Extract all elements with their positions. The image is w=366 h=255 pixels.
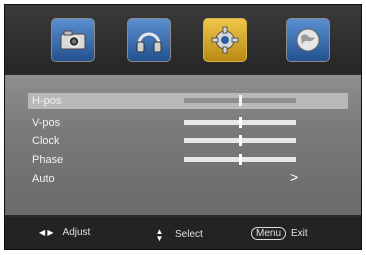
- select-hint: ▲▼ Select: [155, 227, 203, 241]
- menu-row-label: H-pos: [32, 95, 62, 107]
- menu-row-label: Clock: [32, 135, 60, 147]
- adjust-label: Adjust: [62, 227, 91, 238]
- menu-row-v-pos[interactable]: V-pos: [28, 115, 348, 131]
- menu-row-label: Phase: [32, 154, 64, 166]
- menu-key: Menu: [251, 227, 287, 240]
- exit-hint: Menu Exit: [251, 227, 308, 240]
- headphones-icon: [136, 32, 162, 53]
- exit-label: Exit: [291, 228, 308, 239]
- menu-row-label: V-pos: [32, 117, 61, 129]
- slider-track[interactable]: [184, 154, 296, 165]
- camera-icon: [60, 30, 86, 50]
- menu-row-clock[interactable]: Clock: [28, 133, 348, 149]
- tab-sound[interactable]: [127, 18, 171, 62]
- slider-thumb[interactable]: [239, 135, 242, 146]
- left-right-arrows-icon: ◀ ▶: [39, 228, 54, 237]
- tab-setup[interactable]: [203, 18, 247, 62]
- settings-panel: H-pos V-pos Clock Phase Auto >: [5, 75, 361, 215]
- up-down-arrows-icon: ▲▼: [155, 227, 164, 241]
- menu-row-auto[interactable]: Auto >: [28, 169, 348, 187]
- menu-row-label: Auto: [32, 173, 55, 185]
- select-label: Select: [175, 228, 203, 240]
- slider-track[interactable]: [184, 95, 296, 106]
- osd-menu: H-pos V-pos Clock Phase Auto > ◀ ▶ Adjust ▲▼ …: [4, 4, 362, 250]
- slider-thumb[interactable]: [239, 95, 242, 106]
- category-tab-bar: [5, 5, 361, 73]
- slider-track[interactable]: [184, 117, 296, 128]
- tab-option[interactable]: [286, 18, 330, 62]
- footer-hints: ◀ ▶ Adjust ▲▼ Select Menu Exit: [5, 217, 361, 249]
- menu-row-phase[interactable]: Phase: [28, 152, 348, 168]
- globe-icon: [296, 28, 320, 52]
- slider-thumb[interactable]: [239, 154, 242, 165]
- adjust-hint: ◀ ▶ Adjust: [39, 227, 90, 238]
- tab-picture[interactable]: [51, 18, 95, 62]
- submenu-arrow-icon: >: [290, 169, 299, 185]
- menu-row-h-pos[interactable]: H-pos: [28, 93, 348, 109]
- gear-icon: [211, 26, 239, 54]
- slider-thumb[interactable]: [239, 117, 242, 128]
- slider-track[interactable]: [184, 135, 296, 146]
